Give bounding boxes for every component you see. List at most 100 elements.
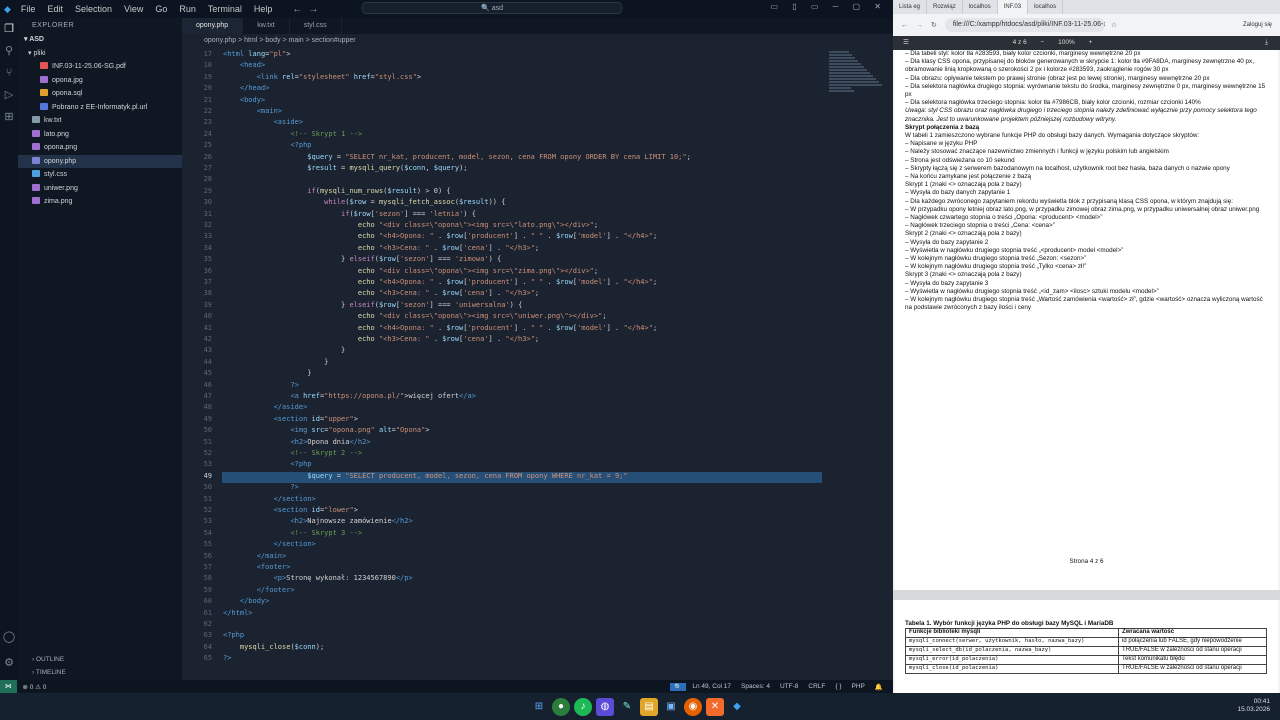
window-controls[interactable]: ▭ ▯ ▭ ─ ▢ ✕ [770,2,887,11]
firefox-icon[interactable]: ◉ [684,697,702,716]
code-line[interactable]: <?php [223,460,311,468]
code-line[interactable]: echo "<h4>Opona: " . $row['producent'] .… [223,278,657,286]
browser-app-icon[interactable]: ◍ [596,697,614,716]
code-line[interactable]: echo "<div class=\"opona\"><img src=\"un… [223,312,607,320]
remote-icon[interactable]: ⋈ [0,680,17,693]
browser-tab[interactable]: Rozwiąz [927,0,963,14]
breadcrumb[interactable]: opony.php > html > body > main > section… [182,34,893,48]
file-item[interactable]: Pobrano z EE-Informatyk.pl.url [18,101,182,115]
encoding[interactable]: UTF-8 [780,683,798,691]
file-item[interactable]: opona.png [18,141,182,155]
code-line[interactable]: <section id="upper"> [223,415,358,423]
file-item[interactable]: opony.php [18,154,182,168]
nav-back-icon[interactable]: ← [292,4,302,15]
code-line[interactable]: echo "<h4>Opona: " . $row['producent'] .… [223,232,657,240]
spotify-icon[interactable]: ♪ [574,697,592,716]
pdf-menu-icon[interactable]: ☰ [903,39,909,46]
menu-item[interactable]: Selection [75,4,112,14]
code-line[interactable]: echo "<div class=\"opona\"><img src=\"zi… [223,267,598,275]
outline-section[interactable]: › OUTLINE [18,656,182,663]
file-item[interactable]: opona.sql [18,87,182,101]
source-control-icon[interactable]: ⑂ [0,62,18,84]
browser-tab[interactable]: localhos [1028,0,1064,14]
menu-item[interactable]: File [21,4,36,14]
code-line[interactable]: <footer> [223,563,291,571]
xampp-icon[interactable]: ✕ [706,697,724,716]
code-line[interactable]: <section id="lower"> [223,506,358,514]
language-mode[interactable]: PHP [852,683,865,691]
code-editor[interactable]: 17 <html lang="pl"> 18 <head> 19 <link rel=… [182,48,893,680]
workspace-root[interactable]: ▾ ASD [18,33,182,47]
reload-icon[interactable]: ↻ [931,21,937,29]
code-line[interactable]: } elseif($row['sezon'] === 'uniwersalna'… [223,301,522,309]
profile-button[interactable]: Zaloguj się [1243,22,1272,28]
menu-item[interactable]: Terminal [208,4,242,14]
bracket-indicator[interactable]: { } [835,683,841,691]
browser-tab[interactable]: Lista eg [893,0,928,14]
browser-tab[interactable]: INF.03 [997,0,1029,14]
code-line[interactable]: <link rel="stylesheet" href="styl.css"> [223,73,421,81]
code-line[interactable]: <body> [223,96,265,104]
code-line[interactable]: echo "<h3>Cena: " . $row['cena'] . "</h3… [223,289,539,297]
address-bar[interactable]: file:///C:/xampp/htdocs/asd/pliki/INF.03… [944,18,1105,32]
code-line[interactable]: } [223,346,345,354]
code-line[interactable]: <head> [223,61,265,69]
start-icon[interactable]: ⊞ [530,698,548,716]
code-line[interactable]: echo "<div class=\"opona\"><img src=\"la… [223,221,598,229]
code-line[interactable]: mysqli_close($conn); [223,643,324,651]
menu-item[interactable]: Edit [47,4,63,14]
code-line[interactable]: <!-- Skrypt 2 --> [223,449,362,457]
line-ending[interactable]: CRLF [808,683,825,691]
code-line[interactable]: } [223,369,311,377]
editor-tab[interactable]: styl.css [290,18,342,34]
search-icon[interactable]: ⚲ [0,40,18,62]
indentation[interactable]: Spaces: 4 [741,683,770,691]
code-line[interactable]: } [223,358,328,366]
code-line[interactable]: </body> [223,597,270,605]
file-item[interactable]: lato.png [18,128,182,142]
code-line[interactable]: ?> [223,483,298,491]
problems-indicator[interactable]: ⊗ 0 ⚠ 0 [23,683,47,691]
editor-tab[interactable]: kw.txt [243,18,290,34]
chrome-icon[interactable]: ● [552,697,570,716]
menu-item[interactable]: View [124,4,143,14]
pdf-page-indicator[interactable]: 4 z 6 [1013,39,1027,46]
code-line[interactable]: $query = "SELECT nr_kat, producent, mode… [223,153,691,161]
code-line[interactable]: echo "<h3>Cena: " . $row['cena'] . "</h3… [223,244,539,252]
code-line[interactable]: } elseif($row['sezon'] === 'zimowa') { [223,255,501,263]
file-item[interactable]: zima.png [18,195,182,209]
timeline-section[interactable]: › TIMELINE [18,669,182,676]
pdf-zoom-out-icon[interactable]: − [1041,39,1045,46]
settings-gear-icon[interactable]: ⚙ [0,652,18,674]
editor-tab[interactable]: opony.php [182,18,244,34]
file-item[interactable]: styl.css [18,168,182,182]
back-icon[interactable]: ← [901,22,908,29]
nav-forward-icon[interactable]: → [308,4,318,15]
code-line[interactable]: ?> [223,381,298,389]
code-line[interactable]: <?php [223,631,244,639]
code-line[interactable]: $query = "SELECT producent, model, sezon… [223,472,627,480]
code-line[interactable]: echo "<h3>Cena: " . $row['cena'] . "</h3… [223,335,539,343]
extensions-icon[interactable]: ⊞ [0,106,18,128]
file-item[interactable]: opona.jpg [18,74,182,88]
code-line[interactable]: <main> [223,107,282,115]
explorer-app-icon[interactable]: ▣ [662,698,680,716]
account-icon[interactable]: ◯ [0,626,18,648]
explorer-icon[interactable]: ❐ [0,18,18,40]
code-line[interactable]: <!-- Skrypt 3 --> [223,529,362,537]
code-line[interactable]: <a href="https://opona.pl/">więcej ofert… [223,392,475,400]
zoom-icon[interactable]: 🔍 [670,682,687,691]
code-line[interactable]: <h2>Najnowsze zamówienie</h2> [223,517,412,525]
file-item[interactable]: kw.txt [18,114,182,128]
vscode-app-icon[interactable]: ◆ [728,698,746,716]
code-line[interactable]: </head> [223,84,270,92]
code-line[interactable]: </html> [223,609,253,617]
menu-item[interactable]: Go [155,4,167,14]
files-icon[interactable]: ▤ [640,697,658,716]
bookmark-star-icon[interactable]: ☆ [1111,21,1117,29]
code-line[interactable]: </section> [223,540,316,548]
code-line[interactable]: </section> [223,495,316,503]
system-tray[interactable]: 00:41 15.03.2026 [1237,698,1270,714]
pdf-zoom-in-icon[interactable]: + [1089,39,1093,46]
file-item[interactable]: uniwer.png [18,182,182,196]
